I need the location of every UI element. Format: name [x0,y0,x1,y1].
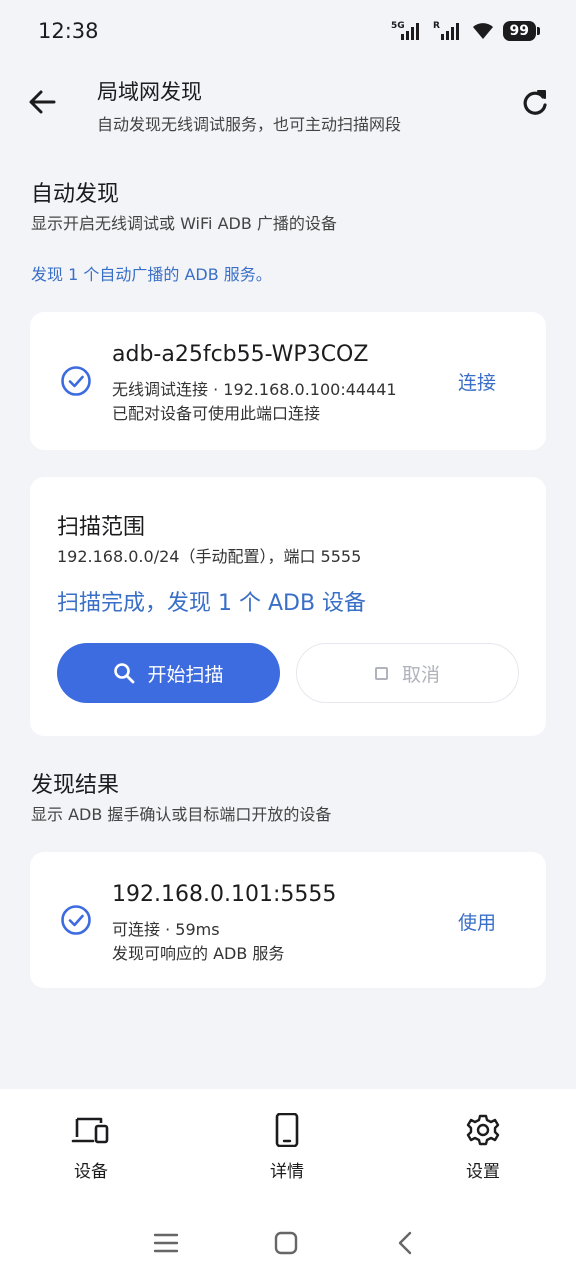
page-subtitle: 自动发现无线调试服务，也可主动扫描网段 [97,115,402,134]
scan-card: 扫描范围 192.168.0.0/24（手动配置），端口 5555 扫描完成，发… [30,477,546,736]
service-detail: 无线调试连接 · 192.168.0.100:44441 [112,380,397,399]
result-detail: 可连接 · 59ms [112,920,220,939]
back-nav-icon[interactable] [391,1228,421,1258]
stop-icon [374,666,388,680]
connect-button[interactable]: 连接 [458,368,496,395]
results-title: 发现结果 [31,773,120,798]
result-card: 192.168.0.101:5555 可连接 · 59ms 发现可响应的 ADB… [30,852,546,988]
scan-range-value: 192.168.0.0/24（手动配置），端口 5555 [57,547,362,566]
result-note: 发现可响应的 ADB 服务 [112,944,285,963]
phone-icon [275,1113,299,1147]
auto-discovery-subtitle: 显示开启无线调试或 WiFi ADB 广播的设备 [31,214,337,233]
system-nav-bar [0,1206,576,1280]
auto-discovery-card: adb-a25fcb55-WP3COZ 无线调试连接 · 192.168.0.1… [30,312,546,450]
auto-discovery-info: 发现 1 个自动广播的 ADB 服务。 [31,265,272,284]
results-subtitle: 显示 ADB 握手确认或目标端口开放的设备 [31,805,332,824]
use-button[interactable]: 使用 [458,908,496,935]
svg-text:R: R [433,21,440,31]
service-name: adb-a25fcb55-WP3COZ [112,342,369,367]
app-bar: 局域网发现 自动发现无线调试服务，也可主动扫描网段 [0,62,576,150]
bottom-nav: 设备 详情 设置 [0,1089,576,1206]
nav-label-details: 详情 [270,1162,304,1182]
back-arrow-icon[interactable] [24,84,60,120]
status-time: 12:38 [38,19,99,43]
nav-label-settings: 设置 [466,1162,500,1182]
signal-roaming-icon: R [433,21,459,40]
nav-item-devices[interactable]: 设备 [31,1113,151,1182]
start-scan-label: 开始扫描 [147,663,224,686]
battery-indicator: 99 [502,21,541,41]
service-note: 已配对设备可使用此端口连接 [112,404,321,423]
check-circle-icon [61,905,91,935]
result-address: 192.168.0.101:5555 [112,882,337,907]
auto-discovery-title: 自动发现 [31,182,120,207]
scan-status: 扫描完成，发现 1 个 ADB 设备 [57,591,367,616]
scan-range-title: 扫描范围 [57,515,146,540]
network-type-label: 5G [391,21,405,31]
status-bar: 12:38 5G R 99 [0,0,576,62]
page-title: 局域网发现 [97,80,202,104]
nav-item-settings[interactable]: 设置 [423,1113,543,1182]
start-scan-button[interactable]: 开始扫描 [57,643,280,703]
devices-icon [71,1117,109,1144]
nav-label-devices: 设备 [74,1162,108,1182]
check-circle-icon [61,366,91,396]
cancel-scan-button[interactable]: 取消 [296,643,519,703]
search-icon [114,663,135,684]
menu-icon[interactable] [151,1228,181,1258]
gear-icon [466,1114,500,1146]
home-icon[interactable] [271,1228,301,1258]
nav-item-details[interactable]: 详情 [227,1113,347,1182]
signal-5g-icon: 5G [391,21,419,40]
refresh-icon[interactable] [518,86,552,120]
wifi-icon [472,23,493,39]
status-icons: 5G R 99 [391,20,541,42]
cancel-scan-label: 取消 [401,663,440,686]
